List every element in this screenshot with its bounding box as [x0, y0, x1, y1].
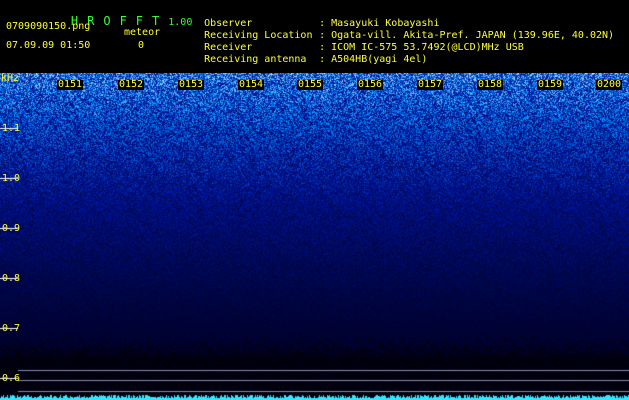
time-label-0157: 0157 — [417, 79, 444, 90]
time-label-0154: 0154 — [238, 79, 265, 90]
time-label-0151: 0151 — [57, 79, 84, 90]
info-antenna-value: A504HB(yagi 4el) — [331, 54, 428, 65]
freq-label-0-7: 0.7 — [2, 323, 21, 334]
meteor-count: 0 — [138, 40, 145, 51]
time-label-0200: 0200 — [596, 79, 623, 90]
freq-label-0-8: 0.8 — [2, 273, 21, 284]
meteor-label: meteor — [124, 27, 161, 38]
info-antenna-label: Receiving antenna — [204, 54, 307, 65]
header-panel: HROFFT1.00 0709090150.png 07.09.09 01:50… — [0, 0, 629, 73]
colon: : — [319, 54, 326, 65]
file-datetime: 07.09.09 01:50 — [6, 40, 91, 51]
freq-label-1-0: 1.0 — [2, 173, 21, 184]
time-label-0159: 0159 — [537, 79, 564, 90]
time-label-0153: 0153 — [178, 79, 205, 90]
time-label-0158: 0158 — [477, 79, 504, 90]
time-label-0156: 0156 — [357, 79, 384, 90]
time-label-0152: 0152 — [118, 79, 145, 90]
axis-unit: kHz — [1, 73, 20, 84]
freq-label-0-6: 0.6 — [2, 373, 21, 384]
freq-label-1-1: 1.1 — [2, 123, 21, 134]
time-label-0155: 0155 — [297, 79, 324, 90]
spectrogram — [0, 73, 629, 400]
file-name: 0709090150.png — [6, 21, 91, 32]
freq-label-0-9: 0.9 — [2, 223, 21, 234]
